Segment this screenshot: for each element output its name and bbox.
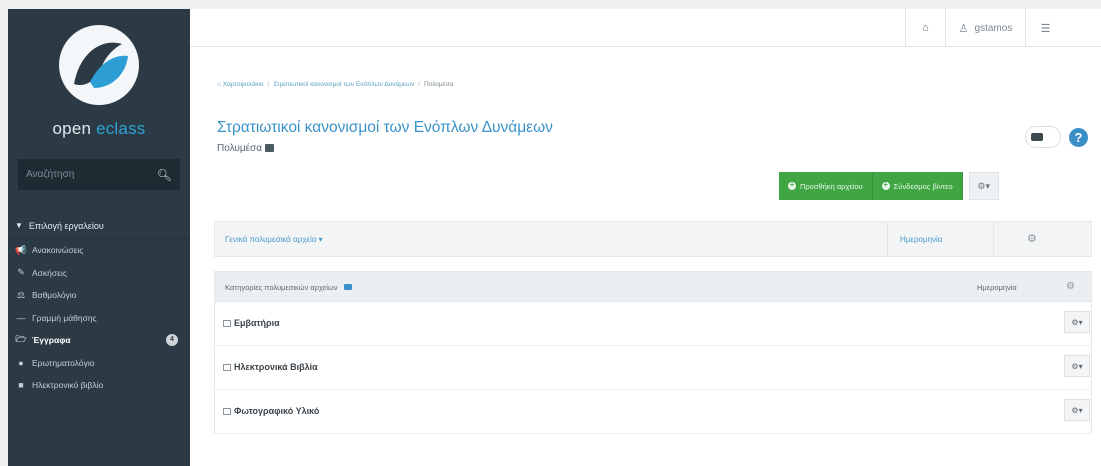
category-name: Φωτογραφικό Υλικό [234, 406, 320, 416]
subtitle-label: Πολυμέσα [217, 143, 262, 154]
breadcrumb-item-course[interactable]: Στρατιωτικοί κανονισμοί των Ενόπλων Δυνά… [273, 81, 414, 88]
path-icon: — [16, 312, 26, 323]
sidebar-item-label: Βαθμολόγιο [32, 290, 77, 301]
plus-icon: + [881, 182, 890, 190]
breadcrumb: ⌂ Χαρτοφυλάκιο / Στρατιωτικοί κανονισμοί τ… [217, 81, 453, 88]
categories-date-header: Ημερομηνία [977, 283, 1017, 292]
gear-icon: ⚙ [1066, 281, 1075, 292]
add-file-label: Προσθήκη αρχείου [800, 181, 863, 191]
general-files-panel: Γενικά πολυμεσικά αρχεία ▾ Ημερομηνία ⚙ [214, 221, 1092, 257]
settings-button[interactable]: ☰ [1025, 9, 1065, 47]
sliders-icon: ☰ [1040, 22, 1051, 35]
sidebar-item-label: Ανακοινώσεις [32, 245, 84, 256]
breadcrumb-item-current: Πολυμέσα [424, 81, 454, 88]
more-options-button[interactable]: ⚙▾ [968, 172, 999, 200]
home-button[interactable]: ⌂ [905, 9, 945, 47]
search-input[interactable] [26, 169, 157, 180]
column-divider [993, 222, 994, 256]
row-options-button[interactable]: ⚙▾ [1064, 355, 1090, 377]
app-window: open eclass 🔍︎ ▼ Επιλογή εργαλείου 📢 Ανακ… [0, 0, 1101, 466]
edit-icon: ✎ [17, 267, 25, 278]
search-icon[interactable]: 🔍︎ [157, 168, 172, 182]
breadcrumb-separator: / [267, 81, 270, 88]
folder-outline-icon [223, 364, 231, 371]
categories-header-title: Κατηγορίες πολυμεσικών αρχείων [225, 283, 352, 292]
help-icon[interactable]: ? [1069, 128, 1088, 147]
add-video-link-label: Σύνδεσμος βίντεο [893, 181, 953, 191]
sidebar-item-label: Ερωτηματολόγιο [32, 357, 95, 368]
sidebar-item[interactable]: ⚖ Βαθμολόγιο [8, 284, 190, 307]
count-badge: 4 [166, 334, 178, 346]
category-link[interactable]: Ηλεκτρονικά Βιβλία [223, 362, 318, 372]
sidebar: open eclass 🔍︎ ▼ Επιλογή εργαλείου 📢 Ανακ… [8, 9, 190, 466]
categories-list: Εμβατήρια ⚙▾ Ηλεκτρονικά Βιβλία ⚙▾ Φωτογραφι… [215, 302, 1091, 434]
megaphone-icon: 📢 [15, 244, 27, 255]
username: gstamos [974, 22, 1013, 34]
row-options-button[interactable]: ⚙▾ [1064, 311, 1090, 333]
column-divider [887, 222, 888, 256]
categories-panel: Κατηγορίες πολυμεσικών αρχείων Ημερομηνί… [214, 271, 1092, 434]
categories-header-label: Κατηγορίες πολυμεσικών αρχείων [225, 283, 338, 292]
top-bar: ⌂ ♙ gstamos ☰ [190, 9, 1101, 47]
categories-header: Κατηγορίες πολυμεσικών αρχείων Ημερομηνί… [215, 272, 1091, 302]
question-icon: ● [18, 357, 24, 368]
chevron-down-icon: ▼ [15, 221, 23, 230]
breadcrumb-item-portfolio[interactable]: Χαρτοφυλάκιο [223, 81, 264, 88]
eclass-logo-icon [59, 25, 139, 105]
brand-prefix: open [52, 119, 97, 138]
logo-block: open eclass [8, 9, 190, 141]
toggle-knob [1031, 133, 1043, 141]
add-file-button[interactable]: + Προσθήκη αρχείου [779, 172, 873, 200]
row-options-button[interactable]: ⚙▾ [1064, 399, 1090, 421]
user-menu-button[interactable]: ♙ gstamos [945, 9, 1025, 47]
page-title: Στρατιωτικοί κανονισμοί των Ενόπλων Δυνά… [217, 119, 553, 136]
sidebar-item[interactable]: ✎ Ασκήσεις [8, 262, 190, 285]
sidebar-item[interactable]: 📢 Ανακοινώσεις [8, 239, 190, 262]
sidebar-search: 🔍︎ [18, 159, 180, 190]
sidebar-item[interactable]: — Γραμμή μάθησης [8, 307, 190, 330]
tools-section-header[interactable]: ▼ Επιλογή εργαλείου [8, 213, 190, 239]
tools-nav-list: 📢 Ανακοινώσεις ✎ Ασκήσεις ⚖ Βαθμολόγιο — Γραμμή… [8, 239, 190, 397]
sidebar-item-label: Έγγραφα [32, 335, 71, 346]
home-icon: ⌂ [922, 22, 929, 34]
category-name: Εμβατήρια [234, 318, 280, 328]
sidebar-item[interactable]: 🗁 Έγγραφα 4 [8, 329, 190, 352]
sidebar-item-label: Ηλεκτρονικό βιβλίο [32, 380, 104, 391]
gradebook-icon: ⚖ [16, 289, 26, 300]
folder-outline-icon [223, 320, 231, 327]
view-toggle[interactable] [1025, 126, 1061, 148]
table-row: Εμβατήρια ⚙▾ [215, 302, 1091, 346]
category-link[interactable]: Εμβατήρια [223, 318, 280, 328]
table-row: Φωτογραφικό Υλικό ⚙▾ [215, 390, 1091, 434]
user-icon: ♙ [958, 22, 969, 35]
action-buttons: + Προσθήκη αρχείου + Σύνδεσμος βίντεο ⚙▾ [779, 172, 999, 200]
table-row: Ηλεκτρονικά Βιβλία ⚙▾ [215, 346, 1091, 390]
plus-icon: + [788, 182, 796, 190]
folder-outline-icon [223, 408, 231, 415]
brand-name: open eclass [8, 119, 190, 139]
folder-icon: 🗁 [15, 334, 27, 345]
category-link[interactable]: Φωτογραφικό Υλικό [223, 406, 319, 416]
page-subtitle: Πολυμέσα [217, 143, 274, 154]
sidebar-item[interactable]: ● Ερωτηματολόγιο [8, 352, 190, 375]
sidebar-item[interactable]: ■ Ηλεκτρονικό βιβλίο [8, 374, 190, 397]
main-content: ⌂ Χαρτοφυλάκιο / Στρατιωτικοί κανονισμοί τ… [190, 47, 1101, 466]
folder-icon [343, 284, 352, 290]
date-sort-link[interactable]: Ημερομηνία [900, 235, 942, 244]
book-icon: ■ [18, 380, 24, 391]
brand-accent: eclass [96, 119, 146, 138]
sidebar-item-label: Γραμμή μάθησης [32, 312, 97, 323]
folder-icon [265, 144, 274, 152]
general-files-toggle[interactable]: Γενικά πολυμεσικά αρχεία ▾ [225, 235, 323, 244]
sidebar-item-label: Ασκήσεις [32, 267, 67, 278]
breadcrumb-separator: / [418, 81, 421, 88]
gear-icon: ⚙▾ [977, 180, 990, 191]
add-video-link-button[interactable]: + Σύνδεσμος βίντεο [872, 172, 963, 200]
category-name: Ηλεκτρονικά Βιβλία [234, 362, 318, 372]
gear-icon: ⚙ [1027, 233, 1037, 245]
tools-header-label: Επιλογή εργαλείου [28, 220, 104, 231]
